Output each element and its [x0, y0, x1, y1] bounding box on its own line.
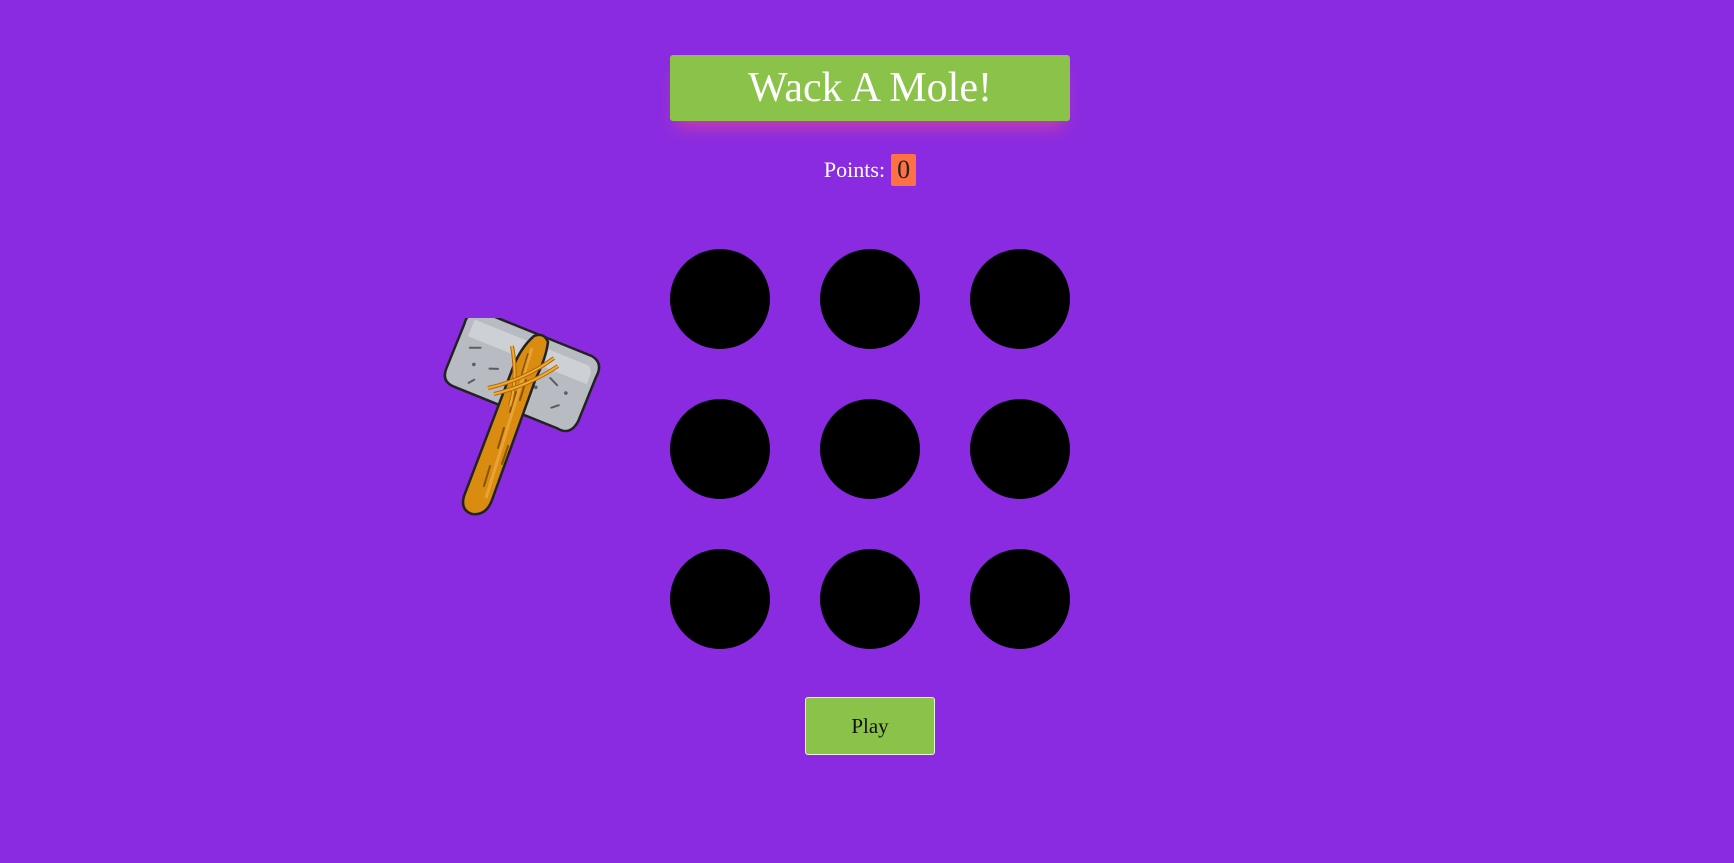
points-value: 0	[891, 154, 917, 186]
game-title: Wack A Mole!	[670, 55, 1070, 121]
hammer-icon	[443, 318, 601, 516]
hole-grid	[670, 249, 1070, 649]
mole-hole[interactable]	[670, 549, 770, 649]
mole-hole[interactable]	[670, 249, 770, 349]
points-display: Points: 0	[670, 152, 1070, 188]
mole-hole[interactable]	[820, 549, 920, 649]
play-button[interactable]: Play	[805, 697, 935, 755]
mole-hole[interactable]	[970, 249, 1070, 349]
mole-hole[interactable]	[670, 399, 770, 499]
game-stage: Wack A Mole! Points: 0 Play	[0, 0, 1734, 863]
points-label: Points:	[823, 157, 886, 182]
mole-hole[interactable]	[820, 399, 920, 499]
mole-hole[interactable]	[970, 549, 1070, 649]
mole-hole[interactable]	[820, 249, 920, 349]
mole-hole[interactable]	[970, 399, 1070, 499]
